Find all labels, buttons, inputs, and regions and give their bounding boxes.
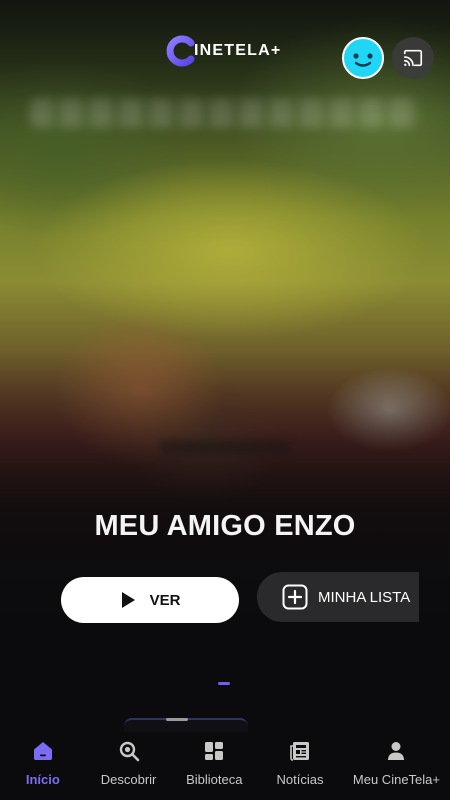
person-icon	[385, 740, 407, 762]
logo-c-icon	[164, 34, 198, 68]
play-button[interactable]: VER	[61, 577, 239, 623]
nav-label-noticias: Notícias	[276, 772, 324, 787]
nav-item-descobrir[interactable]: Descobrir	[86, 732, 172, 800]
plus-square-icon	[282, 584, 308, 610]
nav-item-biblioteca[interactable]: Biblioteca	[171, 732, 257, 800]
nav-label-inicio: Início	[25, 772, 60, 787]
hero-title: MEU AMIGO ENZO	[94, 510, 356, 542]
logo-text: INETELA+	[194, 42, 282, 59]
app-logo: INETELA+	[164, 33, 281, 69]
carousel-indicator	[218, 682, 230, 685]
search-icon	[118, 740, 140, 762]
nav-label-biblioteca: Biblioteca	[186, 772, 243, 787]
newspaper-icon	[289, 740, 311, 762]
my-list-button-label: MINHA LISTA	[318, 588, 411, 606]
smiley-avatar-icon	[353, 53, 373, 67]
drag-handle[interactable]	[166, 718, 188, 721]
nav-label-descobrir: Descobrir	[100, 772, 157, 787]
nav-label-meu-cinetela: Meu CineTela+	[352, 772, 440, 787]
nav-item-inicio[interactable]: Início	[0, 732, 86, 800]
play-icon	[121, 592, 135, 608]
bottom-nav: Início Descobrir Biblioteca Notícias Meu…	[0, 732, 450, 800]
grid-icon	[203, 740, 225, 762]
profile-avatar[interactable]	[342, 37, 384, 79]
nav-item-meu-cinetela[interactable]: Meu CineTela+	[343, 732, 450, 800]
nav-item-noticias[interactable]: Notícias	[257, 732, 343, 800]
cast-button[interactable]	[392, 37, 434, 79]
play-button-label: VER	[149, 591, 181, 609]
cast-icon	[403, 49, 423, 67]
hero-gradient-overlay	[0, 0, 450, 640]
home-icon	[32, 740, 54, 762]
my-list-button[interactable]: MINHA LISTA	[257, 572, 419, 622]
